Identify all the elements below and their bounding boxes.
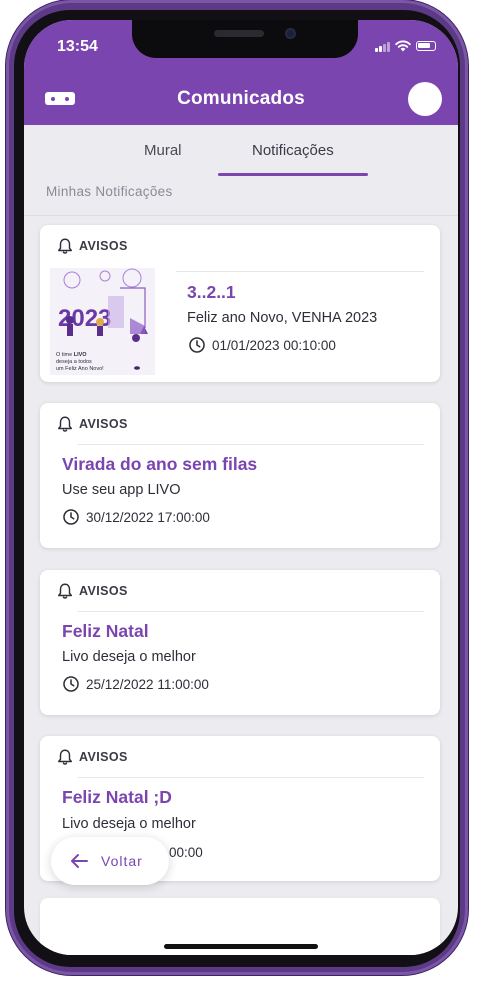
date-text: 25/12/2022 11:00:00 xyxy=(86,676,209,692)
back-button-label: Voltar xyxy=(101,853,143,869)
notification-date: 01/01/2023 00:10:00 xyxy=(188,336,336,354)
image-year: 2023 xyxy=(58,305,111,332)
battery-icon xyxy=(416,41,436,51)
category-label: AVISOS xyxy=(79,750,128,764)
home-indicator[interactable] xyxy=(164,944,318,949)
card-separator xyxy=(78,777,424,778)
notification-title: Feliz Natal ;D xyxy=(62,787,172,807)
notification-title: 3..2..1 xyxy=(187,282,236,302)
notification-date: 00:00 xyxy=(169,845,203,860)
card-separator xyxy=(78,611,424,612)
notification-text: Livo deseja o melhor xyxy=(62,816,196,832)
clock-icon xyxy=(63,509,79,525)
notification-text: Feliz ano Novo, VENHA 2023 xyxy=(187,310,378,326)
speaker-grille xyxy=(214,30,264,37)
clock-icon xyxy=(63,676,79,692)
date-text: 00:00 xyxy=(169,845,203,860)
image-caption-1: O time xyxy=(56,352,72,358)
notification-date: 25/12/2022 11:00:00 xyxy=(62,675,209,693)
date-text: 01/01/2023 00:10:00 xyxy=(212,337,336,353)
section-label: Minhas Notificações xyxy=(46,184,173,199)
notification-date: 30/12/2022 17:00:00 xyxy=(62,508,210,526)
notification-title: Feliz Natal xyxy=(62,621,149,641)
notification-title: Virada do ano sem filas xyxy=(62,454,258,474)
divider xyxy=(24,215,458,216)
notification-card[interactable]: AVISOS 2023 O time LIVO deseja a todos u… xyxy=(40,225,440,382)
notification-card[interactable]: AVISOS Feliz Natal Livo deseja o melhor … xyxy=(40,570,440,715)
bell-icon xyxy=(57,416,73,432)
device-notch xyxy=(132,20,358,58)
svg-text:O time LIVO: O time LIVO xyxy=(56,352,87,358)
arrow-left-icon xyxy=(71,854,88,868)
status-icons xyxy=(375,40,436,52)
card-category: AVISOS xyxy=(56,237,128,255)
clock-icon xyxy=(189,337,205,353)
card-separator xyxy=(78,444,424,445)
wifi-icon xyxy=(395,40,411,52)
image-caption-3: um Feliz Ano Novo! xyxy=(56,366,104,372)
active-tab-indicator xyxy=(218,173,368,176)
signal-icon xyxy=(375,41,390,52)
category-label: AVISOS xyxy=(79,417,128,431)
tab-notificacoes[interactable]: Notificações xyxy=(252,142,334,159)
status-time: 13:54 xyxy=(57,38,98,55)
app-screen: 13:54 Comunicados Mural Notificações Min… xyxy=(24,20,458,955)
image-caption-2: deseja a todos xyxy=(56,359,92,365)
avatar[interactable] xyxy=(408,82,442,116)
category-label: AVISOS xyxy=(79,239,128,253)
tab-bar: Mural Notificações xyxy=(24,125,458,177)
page-title: Comunicados xyxy=(177,88,305,109)
card-category: AVISOS xyxy=(56,748,128,766)
card-separator xyxy=(176,271,424,272)
bell-icon xyxy=(57,238,73,254)
bell-icon xyxy=(57,749,73,765)
back-button[interactable]: Voltar xyxy=(51,837,169,885)
app-header: 13:54 Comunicados xyxy=(24,20,458,125)
card-category: AVISOS xyxy=(56,415,128,433)
front-camera xyxy=(285,28,296,39)
category-label: AVISOS xyxy=(79,584,128,598)
date-text: 30/12/2022 17:00:00 xyxy=(86,509,210,525)
notification-image: 2023 O time LIVO deseja a todos um Feliz… xyxy=(50,268,155,375)
new-year-illustration: 2023 O time LIVO deseja a todos um Feliz… xyxy=(50,268,155,375)
notification-card[interactable]: AVISOS Virada do ano sem filas Use seu a… xyxy=(40,403,440,548)
notification-text: Use seu app LIVO xyxy=(62,482,181,498)
card-category: AVISOS xyxy=(56,582,128,600)
notification-text: Livo deseja o melhor xyxy=(62,649,196,665)
image-caption-brand: LIVO xyxy=(74,352,88,358)
tab-mural[interactable]: Mural xyxy=(144,142,182,159)
bell-icon xyxy=(57,583,73,599)
